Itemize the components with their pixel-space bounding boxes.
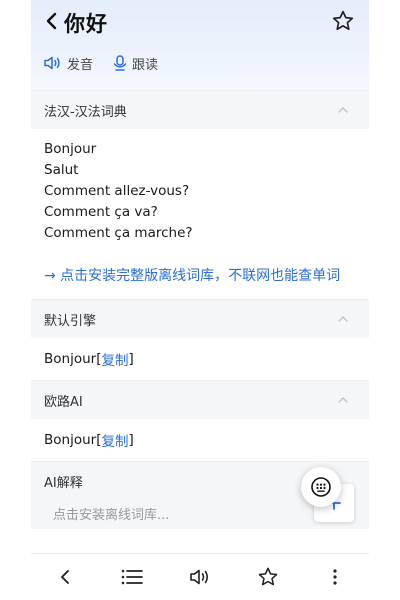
nav-back-button[interactable] [45, 557, 85, 597]
translation-line: Comment ça marche? [44, 225, 193, 241]
star-outline-icon [332, 10, 354, 31]
chevron-up-icon [338, 107, 348, 113]
oulu-ai-section-header[interactable]: 欧路AI [31, 380, 369, 419]
nav-speak-button[interactable] [180, 557, 220, 597]
chevron-up-icon [338, 397, 348, 403]
nav-favorite-button[interactable] [248, 557, 288, 597]
pronounce-label: 发音 [67, 57, 94, 73]
nav-list-button[interactable] [112, 557, 152, 597]
ai-explain-title: AI解释 [44, 476, 83, 491]
default-engine-section-header[interactable]: 默认引擎 [31, 299, 369, 338]
copy-bracket-close: ] [128, 351, 134, 367]
dictionary-screen: 你好 发音 跟读 法汉-汉法词典 Bonjour Salut Comment a… [31, 0, 369, 600]
dictionary-section-title: 法汉-汉法词典 [44, 104, 127, 120]
star-outline-icon [258, 567, 277, 586]
back-button[interactable] [41, 9, 61, 33]
chevron-up-icon [338, 316, 348, 322]
speaker-icon [44, 56, 60, 70]
default-engine-translation: Bonjour [44, 351, 97, 367]
keyboard-fab-button[interactable] [301, 467, 341, 507]
oulu-ai-result: Bonjour [复制] [31, 419, 369, 461]
follow-read-button[interactable]: 跟读 [113, 54, 158, 73]
header-top-row: 你好 [31, 6, 369, 36]
dictionary-section-header[interactable]: 法汉-汉法词典 [31, 90, 369, 129]
more-vertical-icon [333, 569, 337, 585]
header: 你好 发音 跟读 [31, 0, 369, 90]
word-title: 你好 [64, 12, 108, 36]
default-engine-result: Bonjour [复制] [31, 338, 369, 380]
chevron-left-icon [46, 12, 57, 30]
dictionary-section-body: Bonjour Salut Comment allez-vous? Commen… [31, 129, 369, 293]
ai-explain-input[interactable]: 点击安装离线词库... [53, 504, 169, 523]
copy-button[interactable]: 复制 [101, 349, 128, 369]
keyboard-icon [311, 477, 331, 497]
speaker-icon [190, 569, 209, 585]
pronounce-button[interactable]: 发音 [44, 54, 93, 73]
chevron-left-icon [60, 570, 69, 584]
bottom-navigation [31, 553, 369, 600]
copy-button[interactable]: 复制 [101, 430, 128, 450]
list-icon [122, 569, 144, 585]
translation-line: Bonjour [44, 141, 97, 157]
translation-line: Comment ça va? [44, 204, 158, 220]
microphone-icon [113, 55, 127, 71]
translation-line: Salut [44, 162, 79, 178]
oulu-ai-title: 欧路AI [44, 394, 83, 410]
follow-read-label: 跟读 [132, 57, 159, 73]
audio-actions: 发音 跟读 [44, 52, 178, 74]
favorite-button[interactable] [331, 9, 357, 35]
nav-more-button[interactable] [315, 557, 355, 597]
default-engine-title: 默认引擎 [44, 313, 97, 329]
install-offline-dictionary-link[interactable]: → 点击安装完整版离线词库，不联网也能查单词 [44, 265, 356, 287]
oulu-ai-translation: Bonjour [44, 432, 97, 448]
copy-bracket-close: ] [128, 432, 134, 448]
translation-line: Comment allez-vous? [44, 183, 190, 199]
